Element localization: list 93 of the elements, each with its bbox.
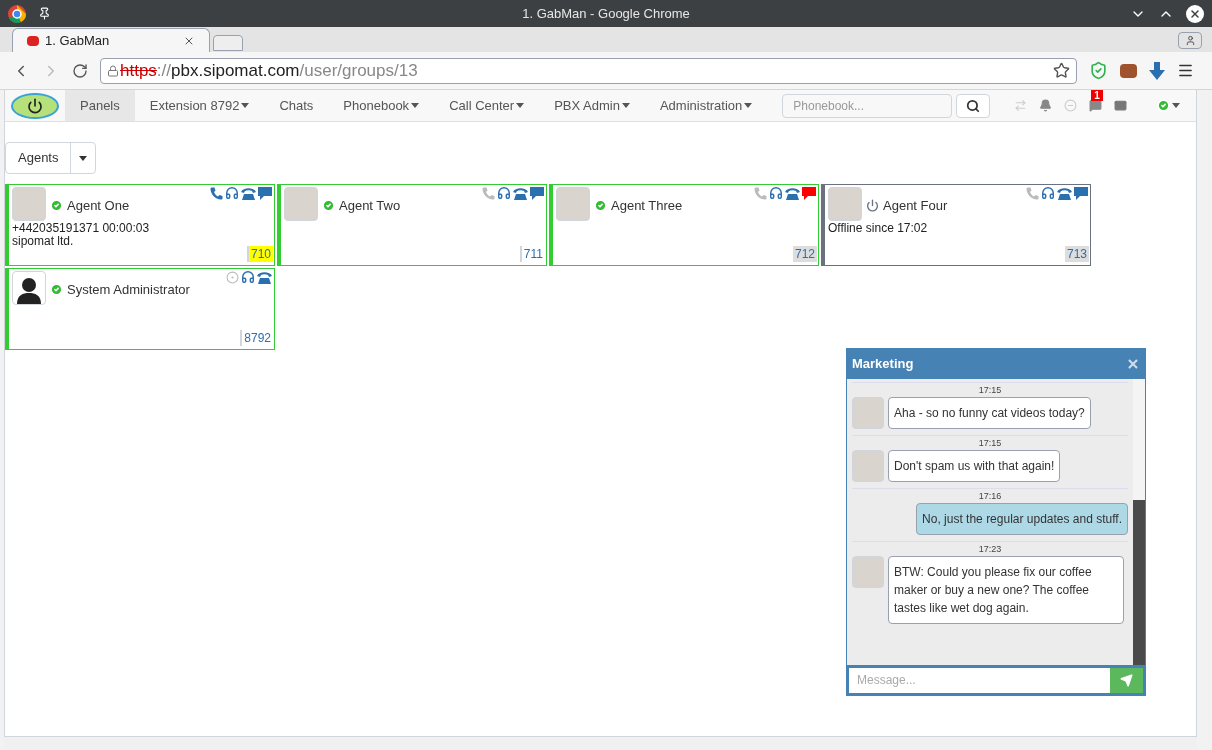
chat-bubble-icon[interactable] [802,186,816,200]
pin-icon[interactable] [38,7,51,20]
message-time: 17:15 [977,437,1003,450]
extension-number: 713 [1064,246,1089,262]
star-icon[interactable] [1053,62,1070,79]
bell-icon[interactable] [1039,99,1053,112]
notification-badge: 1 [1091,90,1103,101]
agent-name: Agent Four [883,197,948,215]
phonebook-search-field[interactable]: Phonebook... [782,93,953,118]
status-menu-button[interactable] [1157,99,1181,112]
caret-icon [516,103,525,108]
nav-menu-item[interactable]: Call Center [434,90,540,121]
shield-icon[interactable] [1089,61,1108,80]
headset-icon[interactable] [241,270,255,284]
desk-phone-icon [241,186,256,200]
avatar-photo-placeholder [852,450,884,482]
window-title: 1. GabMan - Google Chrome [522,4,690,23]
scrollbar[interactable] [1133,379,1145,665]
caret-icon [411,103,420,108]
caret-icon [1172,103,1181,108]
headset-icon[interactable] [769,186,783,200]
online-status-icon [50,199,63,213]
headset-icon[interactable] [497,186,511,200]
agent-card[interactable]: Agent Two 711 [277,184,547,266]
message-time: 17:15 [977,384,1003,397]
profile-button[interactable] [1178,32,1202,49]
agent-info-text: +442035191371 00:00:03 [12,222,151,235]
power-icon [866,199,879,213]
extension-number: 710 [246,246,273,262]
caret-icon [241,103,250,108]
headset-icon[interactable] [225,186,239,200]
avatar-photo-placeholder [852,556,884,588]
send-button[interactable] [1110,667,1143,693]
phone-icon[interactable] [210,186,223,200]
app-logo-icon[interactable] [11,92,59,119]
menu-icon[interactable] [1177,62,1194,79]
online-status-icon [1157,99,1171,112]
chat-bubble-icon[interactable] [258,186,272,200]
caret-icon [621,103,630,108]
agent-card[interactable]: Agent Three 712 [549,184,819,266]
desk-phone-icon [513,186,528,200]
desk-phone-icon [257,270,272,284]
agent-name: System Administrator [67,281,190,299]
extension-number: 8792 [240,330,273,346]
agent-info-text: Offline since 17:02 [828,222,929,235]
browser-tab[interactable]: 1. GabMan [12,28,210,52]
person-icon [1184,35,1196,46]
search-icon [966,98,981,113]
chat-bubble-icon[interactable] [1074,186,1088,200]
nav-menu-item[interactable]: Administration [644,90,768,121]
chat-icon[interactable] [1089,99,1103,112]
caret-icon [744,103,753,108]
message-bubble: No, just the regular updates and stuff. [916,503,1128,535]
address-field[interactable]: https://pbx.sipomat.com/user/groups/13 [100,57,1077,84]
agent-card[interactable]: Agent One +442035191371 00:00:03 sipomat ltd. 710 [5,184,275,266]
agent-name: Agent Two [339,197,401,215]
message-input-field[interactable]: Message... [849,667,1110,693]
online-status-icon [50,283,63,297]
nav-menu-item[interactable]: PBX Admin [539,90,645,121]
online-status-icon [322,199,335,213]
close-icon[interactable] [1126,357,1140,371]
chat-title: Marketing [852,355,914,374]
agent-info-text: sipomat ltd. [12,235,75,248]
nav-menu-item[interactable]: Panels [65,90,135,121]
lock-icon [107,64,119,77]
desk-phone-icon [1057,186,1072,200]
online-status-icon [594,199,607,213]
agent-name: Agent One [67,197,130,215]
extension-number: 711 [519,246,545,262]
close-icon [1189,7,1201,20]
browser-logo-icon [8,4,26,23]
agent-card[interactable]: Agent Four Offline since 17:02 713 [821,184,1091,266]
reload-icon[interactable] [72,62,88,79]
message-bubble: Don't spam us with that again! [888,450,1061,482]
extension-number: 712 [792,246,817,262]
message-bubble: BTW: Could you please fix our coffee maker or buy a new one? The coffee tastes like wet dog again. [888,556,1124,624]
chat-bubble-icon[interactable] [530,186,544,200]
send-icon [1120,673,1133,687]
message-bubble: Aha - so no funny cat videos today? [888,397,1091,429]
avatar-photo-placeholder [852,397,884,429]
message-time: 17:23 [977,543,1003,556]
agent-card[interactable]: System Administrator 8792 [5,268,275,350]
search-button[interactable] [956,93,991,118]
download-arrow-icon[interactable] [1149,61,1165,80]
desk-phone-icon [785,186,800,200]
headset-icon[interactable] [1041,186,1055,200]
agent-name: Agent Three [611,197,683,215]
message-time: 17:16 [977,490,1003,503]
close-button[interactable] [1186,4,1204,23]
caret-icon [79,155,88,161]
nav-menu-item[interactable]: Extension 8792 [134,90,265,121]
nav-menu-item[interactable]: Chats [264,90,329,121]
nav-menu-item[interactable]: Phonebook [328,90,435,121]
